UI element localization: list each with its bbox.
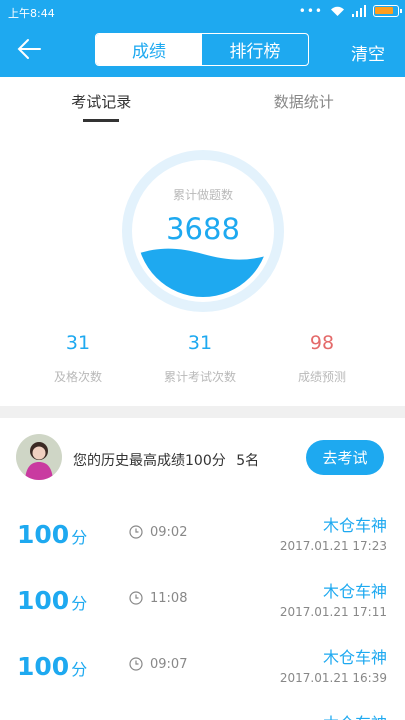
wifi-icon [331,6,344,16]
gauge-label: 累计做题数 [172,188,233,202]
segment-control: 成绩 排行榜 [95,33,309,66]
best-rank: 5名 [236,453,260,469]
best-score-label: 您的历史最高成绩100分 [73,453,226,469]
record-user-name[interactable]: 木仓车神 [323,710,387,720]
record-user-name[interactable]: 木仓车神 [323,644,387,668]
status-icons: ••• [298,4,402,18]
record-score-unit: 分 [71,660,88,679]
record-duration: 11:08 [150,591,188,606]
tab-ranking[interactable]: 排行榜 [202,34,308,65]
record-user-name[interactable]: 木仓车神 [323,512,387,536]
battery-icon [373,5,402,17]
record-row[interactable]: 100 分 09:07 木仓车神 2017.01.21 16:39 [0,644,405,710]
record-date: 2017.01.21 17:23 [279,539,387,553]
tab-exam-records[interactable]: 考试记录 [0,77,203,125]
record-row-partial[interactable]: 木仓车神 [0,710,405,720]
stat-exam-count: 31 累计考试次数 [145,332,255,385]
record-row[interactable]: 100 分 11:08 木仓车神 2017.01.21 17:11 [0,578,405,644]
clock-icon [129,657,143,671]
stat-label: 成绩预测 [297,370,346,384]
record-score-value: 100 [17,586,70,615]
stat-label: 累计考试次数 [163,370,236,384]
record-score-unit: 分 [71,528,88,547]
stat-pass-count: 31 及格次数 [23,332,133,385]
back-button[interactable] [14,34,50,66]
record-score: 100 分 [17,586,87,615]
avatar-image [16,434,62,480]
app-header: 上午8:44 ••• 成绩 排行榜 清空 [0,0,405,77]
tab-indicator [83,119,119,122]
gauge-value: 3688 [166,212,240,246]
record-score-value: 100 [17,652,70,681]
record-date: 2017.01.21 16:39 [279,671,387,685]
section-divider [0,406,405,418]
stat-value: 31 [65,332,91,354]
record-score: 100 分 [17,520,87,549]
avatar[interactable] [16,434,62,480]
clear-button[interactable]: 清空 [351,40,385,65]
stat-value: 98 [309,332,335,354]
signal-icon [352,5,366,17]
record-date: 2017.01.21 17:11 [279,605,387,619]
clock-icon [129,525,143,539]
record-score-unit: 分 [71,594,88,613]
stat-value: 31 [187,332,213,354]
record-duration: 09:07 [150,657,188,672]
more-dots-icon: ••• [298,4,323,18]
tab-scores[interactable]: 成绩 [96,34,202,65]
record-user-name[interactable]: 木仓车神 [323,578,387,602]
status-time: 上午8:44 [8,7,55,20]
inner-tabs: 考试记录 数据统计 [0,77,405,125]
go-exam-button[interactable]: 去考试 [306,440,384,475]
stat-score-prediction: 98 成绩预测 [267,332,377,385]
tab-data-statistics[interactable]: 数据统计 [203,77,405,125]
status-bar: 上午8:44 ••• [0,0,405,24]
stat-label: 及格次数 [53,370,102,384]
best-score-text: 您的历史最高成绩100分 5名 [73,450,259,470]
question-count-gauge: 累计做题数 3688 [122,150,284,312]
record-row[interactable]: 100 分 09:02 木仓车神 2017.01.21 17:23 [0,512,405,578]
record-score-value: 100 [17,520,70,549]
back-arrow-icon [17,39,41,59]
record-duration: 09:02 [150,525,188,540]
record-score: 100 分 [17,652,87,681]
clock-icon [129,591,143,605]
